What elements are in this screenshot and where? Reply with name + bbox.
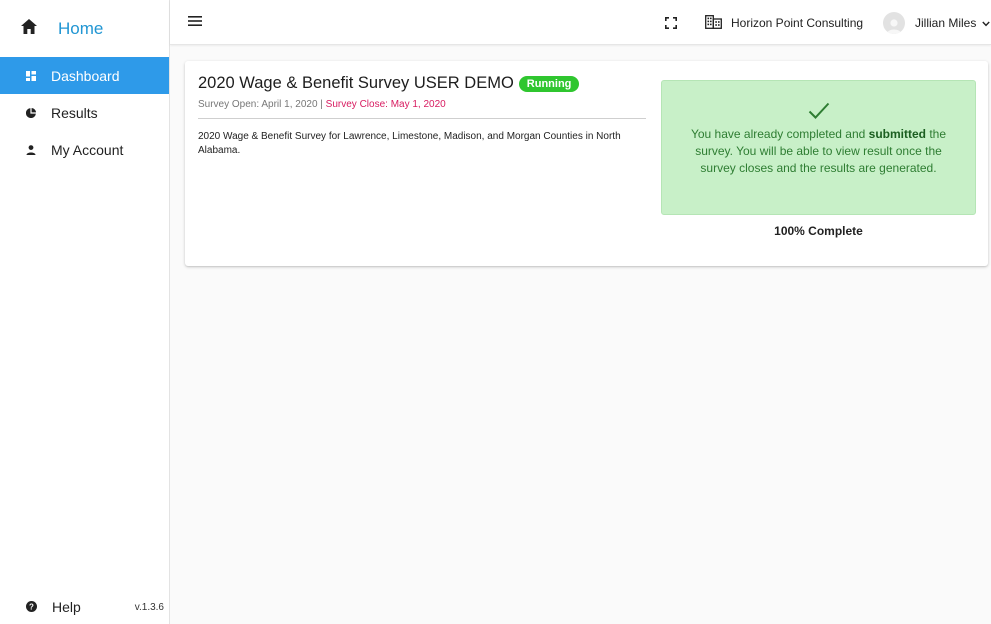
home-link[interactable]: Home — [0, 0, 169, 57]
person-icon — [26, 142, 36, 158]
sidebar-item-label: Results — [51, 104, 98, 121]
survey-title-row: 2020 Wage & Benefit Survey USER DEMO Run… — [198, 74, 646, 93]
sidebar-item-my-account[interactable]: My Account — [0, 131, 169, 168]
user-name: Jillian Miles — [915, 16, 977, 30]
progress-label: 100% Complete — [774, 224, 863, 238]
user-menu[interactable]: Jillian Miles — [883, 10, 991, 36]
help-link[interactable]: Help — [52, 599, 81, 615]
company-name: Horizon Point Consulting — [731, 16, 864, 30]
checkmark-icon — [662, 102, 975, 120]
completion-message: You have already completed and submitted… — [690, 127, 947, 175]
menu-toggle-button[interactable] — [188, 14, 206, 30]
sidebar-item-dashboard[interactable]: Dashboard — [0, 57, 169, 94]
home-icon — [21, 18, 37, 39]
survey-info: 2020 Wage & Benefit Survey USER DEMO Run… — [198, 74, 646, 158]
survey-open-date: Survey Open: April 1, 2020 | — [198, 99, 326, 110]
sidebar: Home Dashboard Results My Account ? Help… — [0, 0, 170, 624]
survey-card: 2020 Wage & Benefit Survey USER DEMO Run… — [185, 61, 988, 266]
fullscreen-button[interactable] — [665, 16, 679, 30]
sidebar-item-results[interactable]: Results — [0, 94, 169, 131]
survey-description: 2020 Wage & Benefit Survey for Lawrence,… — [198, 131, 621, 156]
fullscreen-icon — [665, 16, 677, 33]
hamburger-icon — [188, 14, 202, 31]
dashboard-icon — [26, 68, 36, 84]
survey-close-date: Survey Close: May 1, 2020 — [325, 99, 446, 110]
avatar — [883, 12, 905, 34]
svg-text:?: ? — [29, 602, 34, 611]
version-label: v.1.3.6 — [134, 601, 164, 613]
survey-dates: Survey Open: April 1, 2020 | Survey Clos… — [198, 99, 646, 119]
company-selector[interactable]: Horizon Point Consulting — [705, 11, 863, 35]
top-bar: Horizon Point Consulting Jillian Miles — [170, 0, 991, 45]
completion-status-box: You have already completed and submitted… — [661, 80, 976, 215]
help-icon[interactable]: ? — [26, 599, 37, 615]
sidebar-item-label: My Account — [51, 141, 124, 158]
status-badge: Running — [518, 75, 580, 92]
sidebar-footer: ? Help v.1.3.6 — [0, 590, 170, 624]
home-label: Home — [58, 18, 104, 38]
sidebar-item-label: Dashboard — [51, 67, 120, 84]
pie-chart-icon — [25, 105, 36, 121]
chevron-down-icon — [982, 16, 991, 30]
building-icon — [705, 14, 722, 32]
survey-title: 2020 Wage & Benefit Survey USER DEMO — [198, 74, 514, 92]
